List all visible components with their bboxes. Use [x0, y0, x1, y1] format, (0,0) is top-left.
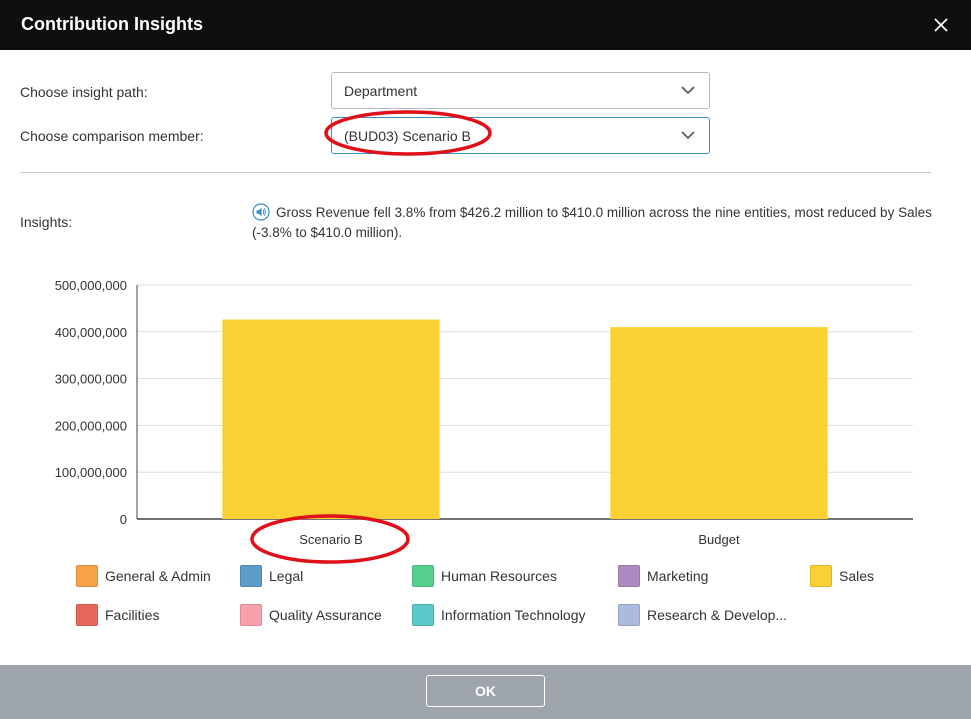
x-tick-label: Budget [698, 532, 740, 547]
insight-path-value: Department [344, 83, 418, 99]
legend-swatch [76, 565, 98, 587]
close-button[interactable] [929, 13, 953, 37]
chevron-down-icon [681, 131, 695, 140]
bar-chart: 0 100,000,000 200,000,000 300,000,000 400,00… [55, 278, 913, 547]
legend-swatch [412, 604, 434, 626]
insights-label: Insights: [20, 214, 73, 230]
dialog-titlebar: Contribution Insights [0, 0, 971, 50]
legend-label: Human Resources [441, 568, 557, 584]
comparison-member-value: (BUD03) Scenario B [344, 128, 471, 144]
legend-label: Marketing [647, 568, 709, 584]
bar [610, 327, 828, 519]
legend-label: Sales [839, 568, 875, 584]
close-icon [934, 18, 948, 32]
ok-button[interactable]: OK [426, 675, 545, 707]
legend-label: General & Admin [105, 568, 211, 584]
legend-label: Research & Develop... [647, 607, 788, 623]
y-tick-label: 500,000,000 [55, 278, 127, 293]
legend-label: Information Technology [441, 607, 586, 623]
section-divider [20, 172, 931, 173]
y-tick-label: 0 [120, 512, 127, 527]
legend-swatch [810, 565, 832, 587]
legend-swatch [240, 604, 262, 626]
insight-path-label: Choose insight path: [20, 84, 148, 100]
legend-swatch [618, 604, 640, 626]
x-tick-label: Scenario B [299, 532, 363, 547]
insights-text: Gross Revenue fell 3.8% from $426.2 mill… [252, 205, 932, 240]
legend-swatch [76, 604, 98, 626]
dialog-title: Contribution Insights [21, 14, 203, 34]
comparison-member-select[interactable]: (BUD03) Scenario B [331, 117, 710, 154]
bar [222, 319, 440, 519]
legend-label: Facilities [105, 607, 160, 623]
y-tick-label: 400,000,000 [55, 325, 127, 340]
y-tick-label: 200,000,000 [55, 418, 127, 433]
legend-swatch [240, 565, 262, 587]
chevron-down-icon [681, 86, 695, 95]
dialog-footer: OK [0, 665, 971, 719]
y-tick-label: 300,000,000 [55, 372, 127, 387]
legend-swatch [412, 565, 434, 587]
legend-label: Quality Assurance [269, 607, 382, 623]
y-tick-label: 100,000,000 [55, 465, 127, 480]
insight-path-select[interactable]: Department [331, 72, 710, 109]
legend-swatch [618, 565, 640, 587]
legend-label: Legal [269, 568, 304, 584]
insights-summary: Gross Revenue fell 3.8% from $426.2 mill… [252, 203, 952, 243]
speaker-icon[interactable] [252, 203, 270, 221]
comparison-member-label: Choose comparison member: [20, 128, 204, 144]
